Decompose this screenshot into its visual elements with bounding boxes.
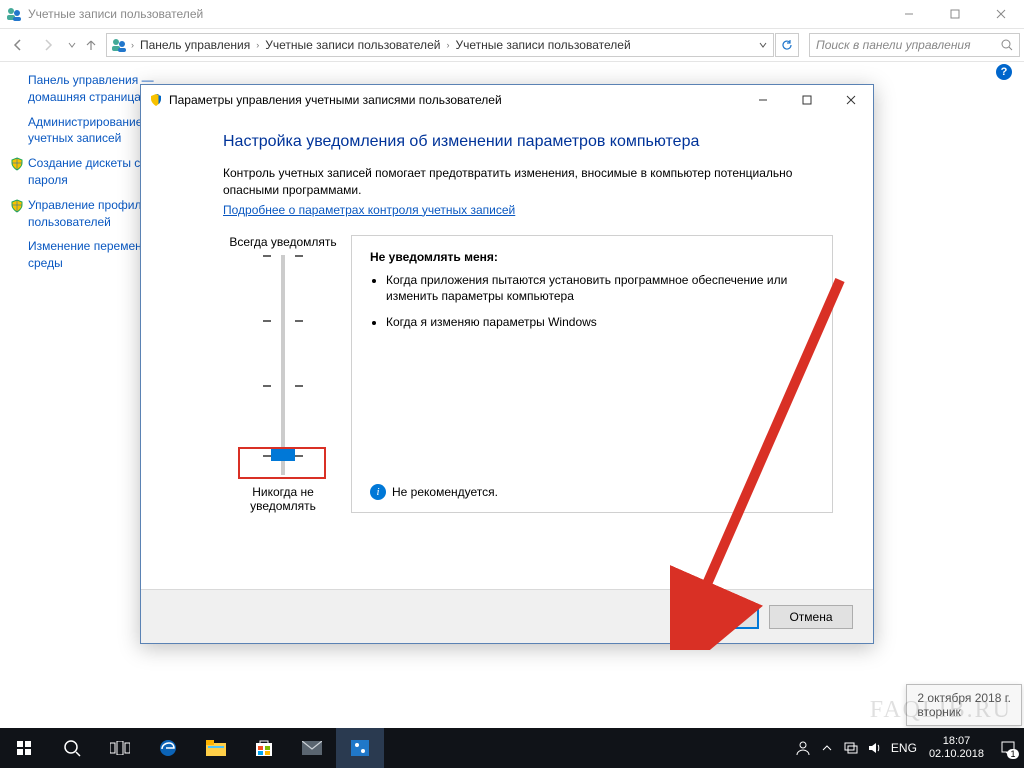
dialog-close-button[interactable] [829, 85, 873, 115]
refresh-button[interactable] [775, 33, 799, 57]
search-button[interactable] [48, 728, 96, 768]
address-bar[interactable]: › Панель управления › Учетные записи пол… [106, 33, 774, 57]
navigation-bar: › Панель управления › Учетные записи пол… [0, 28, 1024, 62]
search-box[interactable]: Поиск в панели управления [809, 33, 1020, 57]
dialog-body: Настройка уведомления об изменении парам… [141, 115, 873, 589]
tray-network-icon[interactable] [839, 728, 863, 768]
dialog-description: Контроль учетных записей помогает предот… [223, 165, 833, 199]
task-view-button[interactable] [96, 728, 144, 768]
shield-icon [10, 157, 24, 171]
forward-button[interactable] [34, 31, 62, 59]
start-button[interactable] [0, 728, 48, 768]
uac-slider[interactable] [281, 255, 285, 475]
dialog-window-controls [741, 85, 873, 115]
tray-notifications-icon[interactable]: 1 [992, 728, 1024, 768]
tray-clock[interactable]: 18:07 02.10.2018 [921, 735, 992, 760]
slider-column: Всегда уведомлять Никогда не уведомлять [223, 235, 343, 513]
up-button[interactable] [82, 31, 100, 59]
info-recommendation: Не рекомендуется. [392, 485, 498, 499]
tray-volume-icon[interactable] [863, 728, 887, 768]
search-placeholder: Поиск в панели управления [816, 38, 1001, 52]
uac-settings-dialog: Параметры управления учетными записями п… [140, 84, 874, 644]
dialog-footer: OK Отмена [141, 589, 873, 643]
info-bullet: Когда я изменяю параметры Windows [386, 314, 814, 330]
parent-window-title: Учетные записи пользователей [28, 7, 203, 21]
help-icon[interactable]: ? [996, 64, 1012, 80]
slider-info-panel: Не уведомлять меня: Когда приложения пыт… [351, 235, 833, 513]
close-button[interactable] [978, 0, 1024, 28]
slider-top-label: Всегда уведомлять [223, 235, 343, 249]
address-dropdown-button[interactable] [753, 38, 773, 52]
taskbar-store-icon[interactable] [240, 728, 288, 768]
dialog-heading: Настройка уведомления об изменении парам… [223, 133, 833, 151]
breadcrumb-root[interactable]: Панель управления [134, 38, 256, 52]
dialog-title: Параметры управления учетными записями п… [169, 93, 502, 107]
ok-button[interactable]: OK [675, 605, 759, 629]
dialog-maximize-button[interactable] [785, 85, 829, 115]
shield-icon [700, 611, 712, 623]
info-icon: i [370, 484, 386, 500]
parent-window-titlebar: Учетные записи пользователей [0, 0, 1024, 28]
search-icon [1001, 39, 1013, 51]
taskbar[interactable]: ENG 18:07 02.10.2018 1 [0, 728, 1024, 768]
slider-bottom-label: Никогда не уведомлять [223, 485, 343, 513]
breadcrumb-mid[interactable]: Учетные записи пользователей [259, 38, 446, 52]
dialog-learn-more-link[interactable]: Подробнее о параметрах контроля учетных … [223, 203, 515, 217]
taskbar-control-panel-icon[interactable] [336, 728, 384, 768]
cancel-button[interactable]: Отмена [769, 605, 853, 629]
shield-icon [10, 199, 24, 213]
tray-people-icon[interactable] [791, 728, 815, 768]
tray-language[interactable]: ENG [887, 728, 921, 768]
shield-icon [149, 93, 163, 107]
dialog-minimize-button[interactable] [741, 85, 785, 115]
annotation-highlight [238, 447, 326, 479]
taskbar-mail-icon[interactable] [288, 728, 336, 768]
recent-locations-button[interactable] [64, 31, 80, 59]
breadcrumb-leaf[interactable]: Учетные записи пользователей [449, 38, 636, 52]
maximize-button[interactable] [932, 0, 978, 28]
back-button[interactable] [4, 31, 32, 59]
taskbar-edge-icon[interactable] [144, 728, 192, 768]
tray-chevron-up-icon[interactable] [815, 728, 839, 768]
user-accounts-icon [111, 37, 127, 53]
info-heading: Не уведомлять меня: [370, 250, 814, 264]
minimize-button[interactable] [886, 0, 932, 28]
system-tray: ENG 18:07 02.10.2018 1 [791, 728, 1024, 768]
user-accounts-icon [6, 6, 22, 22]
taskbar-explorer-icon[interactable] [192, 728, 240, 768]
parent-window-controls [886, 0, 1024, 28]
info-bullet: Когда приложения пытаются установить про… [386, 272, 814, 304]
watermark: FAQLIB.RU [870, 697, 1012, 724]
